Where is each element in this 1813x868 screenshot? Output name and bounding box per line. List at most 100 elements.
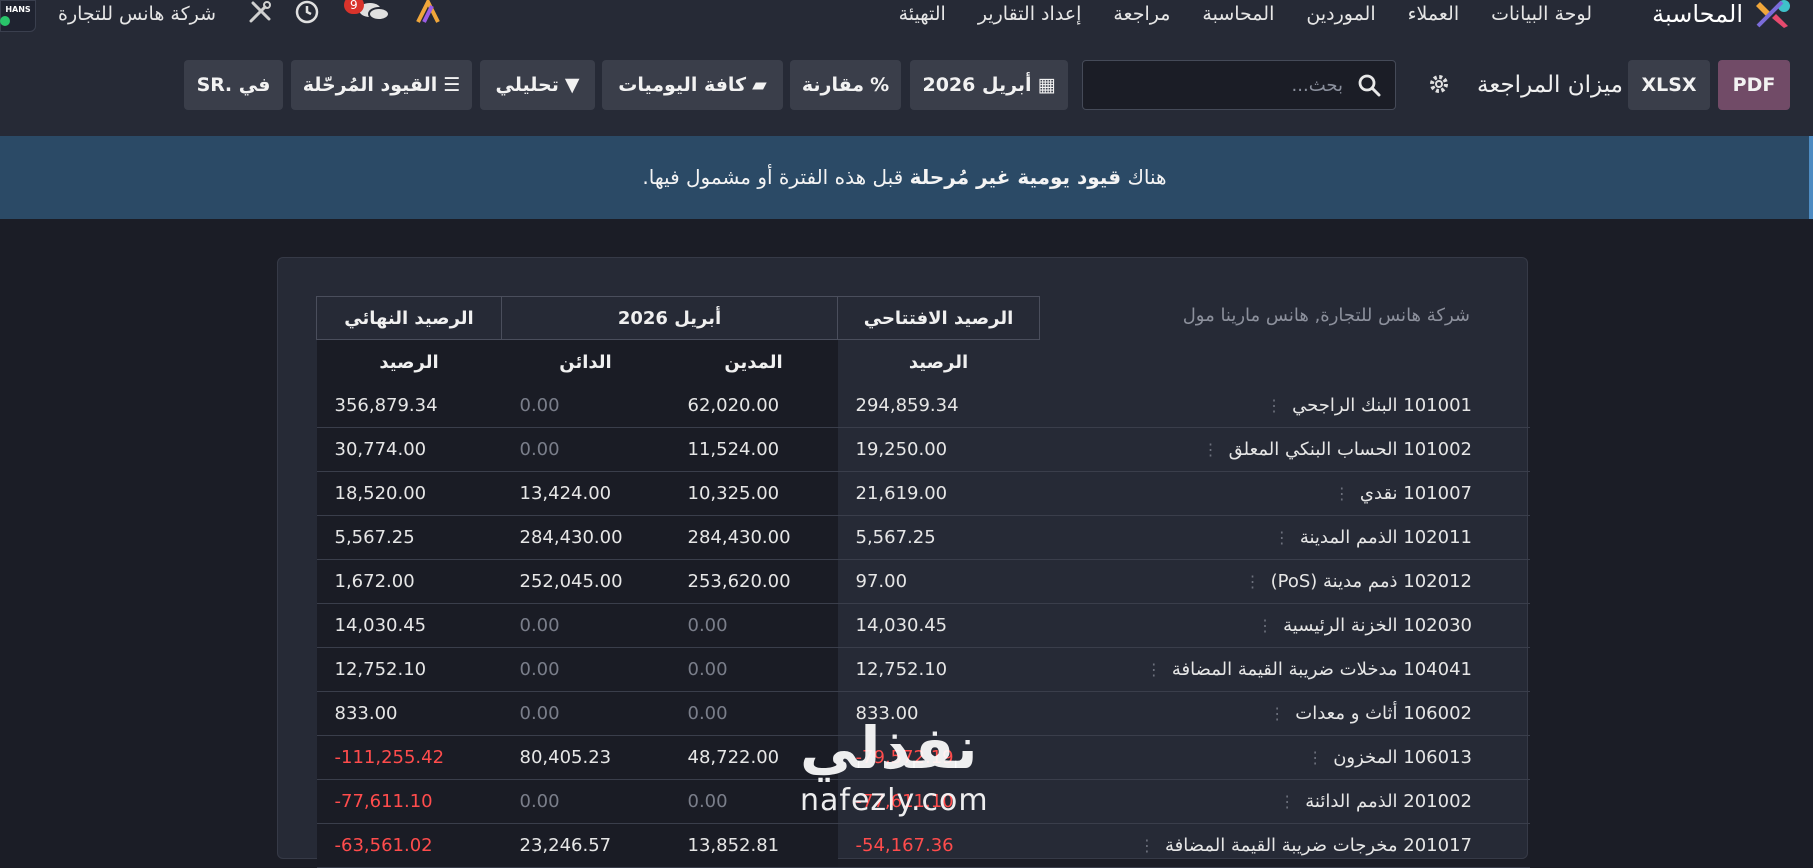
clock-icon[interactable] bbox=[294, 0, 320, 24]
account-cell[interactable]: 101002 الحساب البنكي المعلق ⋮ bbox=[1039, 427, 1530, 472]
ending-balance-cell: 12,752.10 bbox=[316, 647, 502, 692]
ending-balance-cell-text: 63,561.02- bbox=[334, 835, 433, 856]
account-cell[interactable]: 104041 مدخلات ضريبة القيمة المضافة ⋮ bbox=[1039, 647, 1530, 692]
row-menu-icon[interactable]: ⋮ bbox=[1279, 792, 1295, 811]
menu-item-review[interactable]: مراجعة bbox=[1113, 0, 1170, 28]
menu-item-vendors[interactable]: الموردين bbox=[1306, 0, 1375, 28]
pdf-button[interactable]: PDF bbox=[1718, 60, 1790, 110]
app-name[interactable]: المحاسبة bbox=[1652, 0, 1743, 28]
period-filter-button[interactable]: ▦أبريل 2026 bbox=[910, 60, 1068, 110]
table-row[interactable]: 102011 الذمم المدينة ⋮ 5,567.25 284,430.00 2… bbox=[316, 515, 1530, 560]
debit-cell: 13,852.81 bbox=[669, 823, 838, 868]
account-cell[interactable]: 106002 أثاث و معدات ⋮ bbox=[1039, 691, 1530, 736]
credit-cell-text: 284,430.00 bbox=[519, 527, 623, 548]
account-cell[interactable]: 201017 مخرجات ضريبة القيمة المضافة ⋮ bbox=[1039, 823, 1530, 868]
credit-cell-text: 80,405.23 bbox=[519, 747, 612, 768]
ending-balance-cell: 5,567.25 bbox=[316, 515, 502, 560]
menu-item-configuration[interactable]: التهيئة bbox=[899, 0, 946, 28]
menu-item-accounting[interactable]: المحاسبة bbox=[1202, 0, 1274, 28]
account-cell[interactable]: 106013 المخزون ⋮ bbox=[1039, 735, 1530, 780]
opening-balance-cell: 97.00 bbox=[837, 559, 1040, 604]
credit-cell: 80,405.23 bbox=[501, 735, 670, 780]
opening-balance-cell: 12,752.10 bbox=[837, 647, 1040, 692]
ending-balance-cell: 356,879.34 bbox=[316, 384, 502, 428]
account-cell-text: 101001 البنك الراجحي bbox=[1292, 395, 1472, 416]
account-cell[interactable]: 102030 الخزنة الرئيسية ⋮ bbox=[1039, 603, 1530, 648]
account-cell-text: 201017 مخرجات ضريبة القيمة المضافة bbox=[1165, 835, 1472, 856]
opening-balance-cell-text: 97.00 bbox=[855, 571, 908, 592]
search-box bbox=[1082, 60, 1396, 110]
row-menu-icon[interactable]: ⋮ bbox=[1307, 748, 1323, 767]
table-row[interactable]: 101001 البنك الراجحي ⋮ 294,859.34 62,020.00… bbox=[316, 384, 1530, 428]
credit-cell-text: 0.00 bbox=[519, 439, 560, 460]
opening-balance-cell: 54,167.36- bbox=[837, 823, 1040, 868]
posted-entries-filter-button[interactable]: ☰القيود المُرحّلة bbox=[291, 60, 472, 110]
row-menu-icon[interactable]: ⋮ bbox=[1266, 396, 1282, 415]
credit-cell-text: 252,045.00 bbox=[519, 571, 623, 592]
debit-cell: 11,524.00 bbox=[669, 427, 838, 472]
credit-cell-text: 0.00 bbox=[519, 615, 560, 636]
menu-item-customers[interactable]: العملاء bbox=[1408, 0, 1460, 28]
book-icon: ▰ bbox=[752, 74, 767, 96]
ending-balance-cell-text: 1,672.00 bbox=[334, 571, 415, 592]
account-cell[interactable]: 101007 نقدي ⋮ bbox=[1039, 471, 1530, 516]
credit-cell-text: 0.00 bbox=[519, 703, 560, 724]
credit-cell-text: 0.00 bbox=[519, 395, 560, 416]
account-cell[interactable]: 102011 الذمم المدينة ⋮ bbox=[1039, 515, 1530, 560]
debit-cell: 253,620.00 bbox=[669, 559, 838, 604]
brand-logo-icon[interactable] bbox=[1756, 0, 1792, 28]
table-row[interactable]: 201017 مخرجات ضريبة القيمة المضافة ⋮ 54,16… bbox=[316, 823, 1530, 868]
journals-filter-button[interactable]: ▰كافة اليوميات bbox=[602, 60, 783, 110]
table-row[interactable]: 102030 الخزنة الرئيسية ⋮ 14,030.45 0.00 0.00… bbox=[316, 603, 1530, 648]
unposted-entries-alert: هناك قيود يومية غير مُرحلة قبل هذه الفتر… bbox=[0, 136, 1813, 219]
account-cell-text: 101007 نقدي bbox=[1359, 483, 1472, 504]
debit-cell-text: 10,325.00 bbox=[687, 483, 780, 504]
account-cell[interactable]: 201002 الذمم الدائنة ⋮ bbox=[1039, 779, 1530, 824]
account-cell[interactable]: 102012 ذمم مدينة (PoS) ⋮ bbox=[1039, 559, 1530, 604]
xlsx-button[interactable]: XLSX bbox=[1628, 60, 1710, 110]
search-input[interactable] bbox=[1101, 61, 1345, 109]
company-switcher[interactable]: شركة هانس للتجارة bbox=[58, 0, 216, 28]
credit-cell: 284,430.00 bbox=[501, 515, 670, 560]
account-cell-text: 101002 الحساب البنكي المعلق bbox=[1228, 439, 1472, 460]
row-menu-icon[interactable]: ⋮ bbox=[1257, 616, 1273, 635]
row-menu-icon[interactable]: ⋮ bbox=[1334, 484, 1350, 503]
chat-count-badge: 9 bbox=[344, 0, 364, 14]
credit-cell: 0.00 bbox=[501, 603, 670, 648]
table-row[interactable]: 101007 نقدي ⋮ 21,619.00 10,325.00 13,424.00 1… bbox=[316, 471, 1530, 516]
table-row[interactable]: 102012 ذمم مدينة (PoS) ⋮ 97.00 253,620.00 25… bbox=[316, 559, 1530, 604]
sliders-icon: ☰ bbox=[443, 74, 461, 96]
header-spacer bbox=[1040, 297, 1531, 340]
debit-cell-text: 62,020.00 bbox=[687, 395, 780, 416]
row-menu-icon[interactable]: ⋮ bbox=[1245, 572, 1261, 591]
ending-balance-cell: 1,672.00 bbox=[316, 559, 502, 604]
row-menu-icon[interactable]: ⋮ bbox=[1146, 660, 1162, 679]
search-icon[interactable] bbox=[1357, 73, 1381, 97]
menu-item-reporting[interactable]: إعداد التقارير bbox=[978, 0, 1082, 28]
alert-prefix: هناك bbox=[1127, 165, 1167, 189]
menu-item-dashboard[interactable]: لوحة البيانات bbox=[1491, 0, 1592, 28]
debit-cell-text: 11,524.00 bbox=[687, 439, 780, 460]
tools-icon[interactable] bbox=[248, 0, 274, 24]
table-row[interactable]: 104041 مدخلات ضريبة القيمة المضافة ⋮ 12,75… bbox=[316, 647, 1530, 692]
analytic-filter-button[interactable]: ▼تحليلي bbox=[480, 60, 595, 110]
subheader-spacer bbox=[1040, 340, 1531, 385]
table-row[interactable]: 101002 الحساب البنكي المعلق ⋮ 19,250.00 11,… bbox=[316, 427, 1530, 472]
main-menu: لوحة البيانات العملاء الموردين المحاسبة … bbox=[899, 0, 1592, 28]
currency-button[interactable]: في .SR bbox=[184, 60, 283, 110]
comparison-button[interactable]: %مقارنة bbox=[790, 60, 901, 110]
row-menu-icon[interactable]: ⋮ bbox=[1274, 528, 1290, 547]
row-menu-icon[interactable]: ⋮ bbox=[1203, 440, 1219, 459]
nafezly-watermark: نفذلي nafezly.com bbox=[800, 718, 989, 818]
opening-balance-cell: 21,619.00 bbox=[837, 471, 1040, 516]
account-cell[interactable]: 101001 البنك الراجحي ⋮ bbox=[1039, 384, 1530, 428]
row-menu-icon[interactable]: ⋮ bbox=[1269, 704, 1285, 723]
ending-balance-cell-text: 12,752.10 bbox=[334, 659, 427, 680]
row-menu-icon[interactable]: ⋮ bbox=[1139, 836, 1155, 855]
gear-icon[interactable] bbox=[1428, 73, 1450, 95]
app-switch-icon[interactable] bbox=[414, 0, 442, 24]
debit-cell-text: 284,430.00 bbox=[687, 527, 791, 548]
ending-balance-cell-text: 356,879.34 bbox=[334, 395, 438, 416]
report-title: ميزان المراجعة bbox=[1477, 72, 1623, 98]
alert-link[interactable]: قيود يومية غير مُرحلة bbox=[910, 165, 1121, 189]
